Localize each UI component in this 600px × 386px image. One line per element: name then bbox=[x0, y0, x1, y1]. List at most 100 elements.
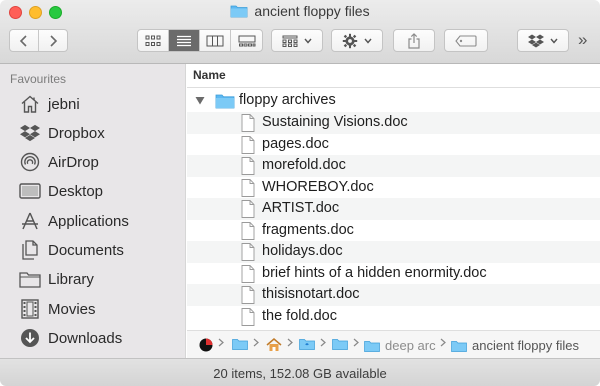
path-segment-home[interactable] bbox=[266, 338, 282, 352]
list-item[interactable]: thisisnotart.doc bbox=[187, 284, 600, 306]
path-segment-dropbox[interactable] bbox=[299, 338, 315, 350]
folder-icon bbox=[451, 340, 467, 352]
sidebar-item-label: Desktop bbox=[48, 182, 104, 200]
folder-icon bbox=[215, 94, 235, 109]
path-segment-folder[interactable] bbox=[232, 338, 248, 350]
status-bar: 20 items, 152.08 GB available bbox=[0, 358, 600, 386]
action-menu-button[interactable] bbox=[331, 29, 383, 52]
documents-icon bbox=[19, 239, 41, 261]
sidebar-item-desktop[interactable]: Desktop bbox=[0, 177, 186, 205]
forward-button[interactable] bbox=[39, 30, 67, 51]
path-separator bbox=[440, 338, 446, 347]
toolbar-overflow-button[interactable]: » bbox=[578, 30, 587, 50]
path-segment-deep-arc[interactable]: deep arc bbox=[364, 338, 436, 353]
film-icon bbox=[19, 298, 41, 320]
document-icon bbox=[241, 136, 255, 154]
document-icon bbox=[241, 308, 255, 326]
path-segment-folder[interactable] bbox=[332, 338, 348, 350]
gear-icon bbox=[342, 33, 358, 48]
window-title: ancient floppy files bbox=[0, 3, 600, 21]
file-name: pages.doc bbox=[262, 136, 329, 152]
toolbar: ancient floppy files » bbox=[0, 0, 600, 64]
sidebar-item-downloads[interactable]: Downloads bbox=[0, 324, 186, 352]
list-item-folder[interactable]: floppy archives bbox=[187, 90, 600, 112]
document-icon bbox=[241, 179, 255, 197]
sidebar-item-airdrop[interactable]: AirDrop bbox=[0, 148, 186, 176]
chevron-right-icon bbox=[320, 338, 326, 347]
path-segment-disk[interactable] bbox=[199, 338, 213, 352]
document-icon bbox=[241, 157, 255, 175]
file-name: WHOREBOY.doc bbox=[262, 179, 374, 195]
airdrop-icon bbox=[19, 151, 41, 173]
column-header-name[interactable]: Name bbox=[187, 64, 600, 88]
file-name: thisisnotart.doc bbox=[262, 286, 360, 302]
column-view-button[interactable] bbox=[200, 30, 231, 51]
gallery-icon bbox=[238, 35, 255, 46]
list-item[interactable]: the fold.doc bbox=[187, 306, 600, 328]
chevron-right-icon bbox=[353, 338, 359, 347]
list-item[interactable]: brief hints of a hidden enormity.doc bbox=[187, 263, 600, 285]
finder-window: ancient floppy files » Favourites jebni … bbox=[0, 0, 600, 386]
disk-icon bbox=[199, 338, 213, 352]
path-separator bbox=[287, 338, 293, 347]
folder-name: floppy archives bbox=[239, 92, 336, 108]
sidebar-item-jebni[interactable]: jebni bbox=[0, 90, 186, 118]
home-icon bbox=[266, 338, 282, 351]
sidebar: Favourites jebni Dropbox AirDrop Desktop bbox=[0, 64, 186, 358]
sidebar-item-library[interactable]: Library bbox=[0, 265, 186, 293]
sidebar-item-label: Applications bbox=[48, 212, 129, 230]
view-mode-group bbox=[137, 29, 263, 52]
document-icon bbox=[241, 243, 255, 261]
dropbox-icon bbox=[19, 122, 41, 144]
path-bar: deep arc ancient floppy files bbox=[187, 330, 600, 358]
list-item[interactable]: fragments.doc bbox=[187, 220, 600, 242]
sidebar-item-documents[interactable]: Documents bbox=[0, 236, 186, 264]
list-item[interactable]: ARTIST.doc bbox=[187, 198, 600, 220]
chevron-right-icon bbox=[50, 34, 57, 47]
list-view-button[interactable] bbox=[169, 30, 200, 51]
applications-icon bbox=[19, 210, 41, 232]
sidebar-heading: Favourites bbox=[10, 72, 67, 86]
sidebar-item-label: Library bbox=[48, 270, 94, 288]
sidebar-item-applications[interactable]: Applications bbox=[0, 207, 186, 235]
group-by-button[interactable] bbox=[271, 29, 323, 52]
folder-icon bbox=[364, 340, 380, 352]
file-name: morefold.doc bbox=[262, 157, 346, 173]
folder-icon bbox=[232, 339, 248, 350]
folder-icon bbox=[332, 339, 348, 350]
sidebar-item-dropbox[interactable]: Dropbox bbox=[0, 119, 186, 147]
path-segment-current[interactable]: ancient floppy files bbox=[451, 338, 579, 353]
list-item[interactable]: morefold.doc bbox=[187, 155, 600, 177]
list-item[interactable]: WHOREBOY.doc bbox=[187, 177, 600, 199]
list-item[interactable]: holidays.doc bbox=[187, 241, 600, 263]
gallery-view-button[interactable] bbox=[231, 30, 262, 51]
sidebar-item-label: Documents bbox=[48, 241, 124, 259]
list-item[interactable]: pages.doc bbox=[187, 134, 600, 156]
tags-button[interactable] bbox=[444, 29, 488, 52]
list-item[interactable]: Sustaining Visions.doc bbox=[187, 112, 600, 134]
list-icon bbox=[177, 35, 191, 46]
sidebar-item-label: jebni bbox=[48, 95, 80, 113]
chevron-down-icon bbox=[364, 38, 372, 44]
path-separator bbox=[353, 338, 359, 347]
dropbox-menu-button[interactable] bbox=[517, 29, 569, 52]
grid-icon bbox=[145, 35, 161, 46]
path-segment-label: ancient floppy files bbox=[472, 338, 579, 353]
path-separator bbox=[218, 338, 224, 347]
chevron-right-icon bbox=[253, 338, 259, 347]
disclosure-triangle-icon[interactable] bbox=[195, 96, 205, 105]
window-title-text: ancient floppy files bbox=[254, 3, 370, 19]
path-separator bbox=[253, 338, 259, 347]
back-button[interactable] bbox=[10, 30, 39, 51]
icon-view-button[interactable] bbox=[138, 30, 169, 51]
file-name: holidays.doc bbox=[262, 243, 343, 259]
chevron-right-icon bbox=[287, 338, 293, 347]
sidebar-item-movies[interactable]: Movies bbox=[0, 295, 186, 323]
sidebar-item-label: Movies bbox=[48, 300, 96, 318]
share-button[interactable] bbox=[393, 29, 435, 52]
chevron-down-icon bbox=[304, 38, 312, 44]
path-segment-label: deep arc bbox=[385, 338, 436, 353]
document-icon bbox=[241, 200, 255, 218]
sidebar-item-label: AirDrop bbox=[48, 153, 99, 171]
chevron-right-icon bbox=[218, 338, 224, 347]
